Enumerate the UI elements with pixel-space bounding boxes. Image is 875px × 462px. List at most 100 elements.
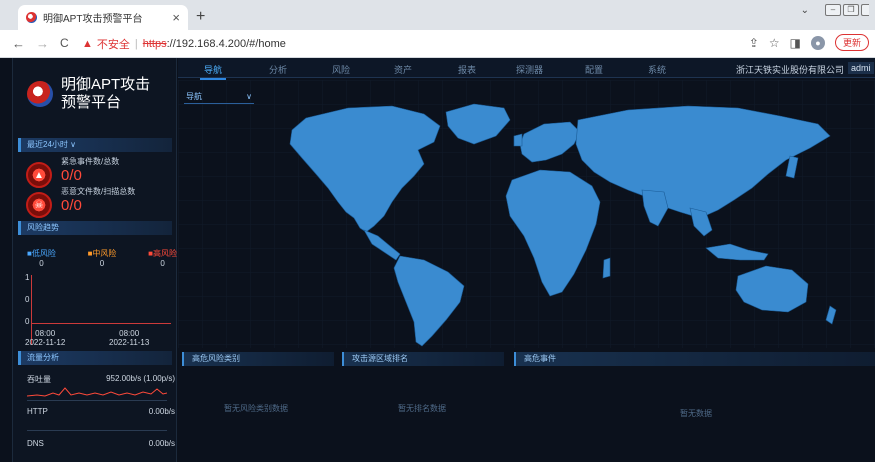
risk-trend-chart: 1 0 0 08:00 2022-11-12 08:00 2022-11-13 xyxy=(25,273,173,363)
brand: 明御APT攻击 预警平台 xyxy=(27,76,150,112)
world-map-svg xyxy=(178,80,875,348)
risk-trend-header: 风险趋势 xyxy=(18,221,172,235)
restore-icon[interactable]: ❐ xyxy=(843,4,859,16)
chevron-down-icon: ∨ xyxy=(246,92,252,101)
skull-icon: ☠ xyxy=(23,191,55,219)
emergency-label: 紧急事件数/总数 xyxy=(61,157,120,166)
brand-title-line1: 明御APT攻击 xyxy=(61,76,151,93)
trend-y-label: 0 xyxy=(25,295,30,304)
tab-close-button[interactable]: × xyxy=(172,10,180,25)
company-name: 浙江天铁实业股份有限公司 xyxy=(736,65,845,75)
nav-item-system[interactable]: 系统 xyxy=(648,63,666,76)
tab-title: 明御APT攻击预警平台 xyxy=(43,14,143,25)
brand-title-line2: 预警平台 xyxy=(61,94,122,111)
trend-y-label: 0 xyxy=(25,317,30,326)
risk-high-label: ■高风险 xyxy=(148,249,177,258)
brand-logo-icon xyxy=(27,81,53,107)
land-uk xyxy=(513,133,523,147)
forward-button[interactable]: → xyxy=(36,36,49,51)
minimize-icon[interactable]: – xyxy=(825,4,841,16)
world-map xyxy=(178,80,875,348)
dns-value: 0.00b/s xyxy=(148,439,175,448)
empty-high-risk-types: 暂无风险类别数据 xyxy=(224,404,288,413)
map-view-select-value: 导航 xyxy=(186,92,202,101)
panel-high-risk-types: 高危风险类别 xyxy=(182,352,334,366)
panel-high-risk-events: 高危事件 xyxy=(514,352,875,366)
traffic-analysis-header: 流量分析 xyxy=(18,351,172,365)
tab-search-chevron-icon[interactable]: ⌄ xyxy=(801,5,809,16)
nav-item-risk[interactable]: 风险 xyxy=(332,63,350,76)
throughput-divider xyxy=(27,400,167,401)
http-label: HTTP xyxy=(27,407,48,416)
address-bar[interactable]: ▲ 不安全 | https ://192.168.4.200/#/home xyxy=(82,34,742,54)
nav-item-assets[interactable]: 资产 xyxy=(394,63,412,76)
warning-icon: ▲ xyxy=(82,38,93,50)
nav-item-reports[interactable]: 报表 xyxy=(458,63,476,76)
toolbar-icons: ⇪ ☆ ◨ ● 更新 xyxy=(749,34,869,51)
nav-item-config[interactable]: 配置 xyxy=(585,63,603,76)
nav-item-analysis[interactable]: 分析 xyxy=(269,63,287,76)
sidepanel-icon[interactable]: ◨ xyxy=(790,36,801,50)
trend-x-tick-date: 2022-11-12 xyxy=(25,338,66,347)
update-button[interactable]: 更新 xyxy=(834,34,869,51)
dns-row: DNS 0.00b/s xyxy=(27,439,175,448)
emergency-value: 0/0 xyxy=(61,167,82,184)
land-madagascar xyxy=(602,257,611,279)
empty-high-risk-events: 暂无数据 xyxy=(680,409,712,418)
window-controls: ⌄ – ❐ xyxy=(801,4,869,16)
malicious-label: 恶意文件数/扫描总数 xyxy=(61,187,136,196)
trend-x-tick-start: 08:00 2022-11-12 xyxy=(25,329,65,347)
nav-item-detectors[interactable]: 探测器 xyxy=(516,63,543,76)
address-separator: | xyxy=(134,38,138,50)
browser-toolbar: ← → C ▲ 不安全 | https ://192.168.4.200/#/h… xyxy=(0,30,875,58)
risk-high: ■高风险 0 xyxy=(148,248,177,268)
app-container: 明御APT攻击 预警平台 最近24小时 ∨ ▲ 紧急事件数/总数 0/0 ☠ 恶… xyxy=(0,58,875,462)
trend-y-label: 1 xyxy=(25,273,30,282)
favicon-icon xyxy=(26,12,37,23)
back-button[interactable]: ← xyxy=(12,36,25,51)
trend-x-axis xyxy=(31,323,171,324)
insecure-label: 不安全 xyxy=(96,39,130,51)
browser-tab-bar: 明御APT攻击预警平台 × + ⌄ – ❐ xyxy=(0,0,875,30)
risk-low: ■低风险 0 xyxy=(27,248,56,268)
malicious-value: 0/0 xyxy=(61,197,82,214)
brand-title: 明御APT攻击 预警平台 xyxy=(61,76,150,112)
left-sidebar: 明御APT攻击 预警平台 最近24小时 ∨ ▲ 紧急事件数/总数 0/0 ☠ 恶… xyxy=(12,58,177,462)
trend-x-tick-date: 2022-11-13 xyxy=(109,338,150,347)
dns-label: DNS xyxy=(27,439,44,448)
http-row: HTTP 0.00b/s xyxy=(27,407,175,416)
http-divider xyxy=(27,430,167,431)
nav-item-navigation[interactable]: 导航 xyxy=(199,63,227,80)
risk-mid: ■中风险 0 xyxy=(88,248,117,268)
url-scheme: https xyxy=(142,38,167,50)
share-icon[interactable]: ⇪ xyxy=(749,36,759,50)
user-menu[interactable]: admi xyxy=(848,62,874,74)
risk-mid-label: ■中风险 xyxy=(87,249,117,258)
alert-triangle-icon: ▲ xyxy=(23,161,55,189)
trend-x-tick-time: 08:00 xyxy=(119,329,140,338)
reload-button[interactable]: C xyxy=(60,36,69,50)
new-tab-button[interactable]: + xyxy=(196,8,205,26)
throughput-sparkline xyxy=(27,387,167,397)
trend-x-tick-end: 08:00 2022-11-13 xyxy=(109,329,149,347)
bookmark-star-icon[interactable]: ☆ xyxy=(769,36,780,50)
top-navigation: 导航 分析 风险 资产 报表 探测器 配置 系统 浙江天铁实业股份有限公司 ad… xyxy=(178,58,875,80)
risk-high-value: 0 xyxy=(160,259,165,268)
main-area: 导航 分析 风险 资产 报表 探测器 配置 系统 浙江天铁实业股份有限公司 ad… xyxy=(178,58,875,462)
empty-source-rank: 暂无排名数据 xyxy=(398,404,446,413)
close-window-icon[interactable] xyxy=(861,4,869,16)
screen: 明御APT攻击预警平台 × + ⌄ – ❐ ← → C ▲ 不安全 | http… xyxy=(0,0,875,462)
malicious-file-metric: ☠ 恶意文件数/扫描总数 0/0 xyxy=(21,186,171,222)
browser-tab[interactable]: 明御APT攻击预警平台 × xyxy=(18,5,188,30)
risk-low-label: ■低风险 xyxy=(27,249,56,258)
risk-mid-value: 0 xyxy=(99,259,105,268)
risk-legend: ■低风险 0 ■中风险 0 ■高风险 0 xyxy=(27,248,177,268)
period-select[interactable]: 最近24小时 ∨ xyxy=(18,138,172,152)
panel-source-rank: 攻击源区域排名 xyxy=(342,352,504,366)
url-path: ://192.168.4.200/#/home xyxy=(166,38,286,50)
http-value: 0.00b/s xyxy=(148,407,175,416)
trend-x-tick-time: 08:00 xyxy=(35,329,56,338)
risk-low-value: 0 xyxy=(39,259,44,268)
profile-avatar-icon[interactable]: ● xyxy=(810,35,825,50)
map-view-select[interactable]: 导航 ∨ xyxy=(184,90,254,104)
